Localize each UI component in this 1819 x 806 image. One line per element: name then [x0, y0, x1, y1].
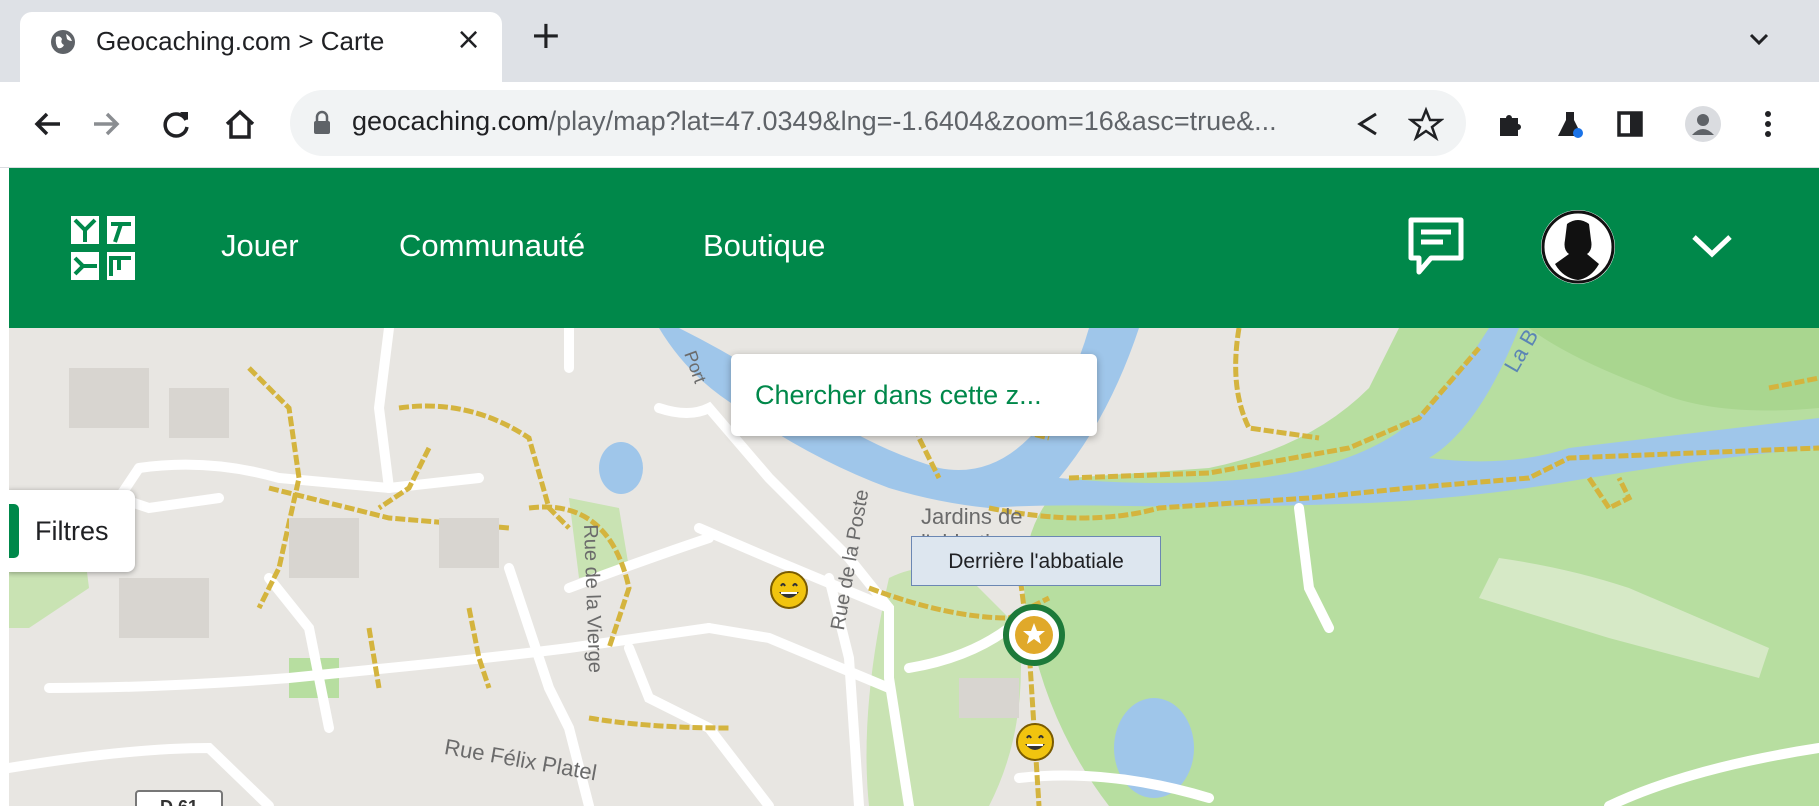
smiley-cache-icon[interactable]: [1015, 722, 1055, 762]
chevron-down-icon[interactable]: [1689, 230, 1735, 260]
road-badge: D 61: [135, 790, 223, 806]
flask-icon[interactable]: [1550, 104, 1590, 144]
tab-close-button[interactable]: ×: [456, 22, 481, 57]
home-icon[interactable]: [220, 104, 260, 144]
avatar[interactable]: [1541, 210, 1615, 284]
chat-icon[interactable]: [1405, 214, 1467, 278]
arrow-left-icon[interactable]: [28, 104, 68, 144]
profile-icon[interactable]: [1683, 104, 1723, 144]
nav-boutique[interactable]: Boutique: [703, 228, 825, 264]
star-cache-icon[interactable]: [1003, 604, 1065, 666]
puzzle-icon[interactable]: [1490, 104, 1530, 144]
browser-tab[interactable]: Geocaching.com > Carte ×: [20, 12, 502, 82]
star-icon[interactable]: [1408, 106, 1444, 142]
browser-toolbar: geocaching.com/play/map?lat=47.0349&lng=…: [0, 82, 1819, 168]
chevron-down-icon[interactable]: [1744, 24, 1774, 54]
arrow-right-icon[interactable]: [86, 104, 126, 144]
map-view[interactable]: Jardins de l'abbatia Rue Félix Platel Ru…: [9, 328, 1819, 806]
site-header: Jouer Communauté Boutique: [9, 168, 1819, 328]
smiley-cache-icon[interactable]: [769, 570, 809, 610]
geocaching-logo-icon[interactable]: [69, 214, 137, 282]
url-path: /play/map?lat=47.0349&lng=-1.6404&zoom=1…: [548, 106, 1277, 136]
side-panel-icon[interactable]: [1610, 104, 1650, 144]
filters-label: Filtres: [35, 516, 109, 546]
new-tab-button[interactable]: +: [530, 16, 562, 54]
lock-icon: [314, 110, 330, 134]
nav-communaute[interactable]: Communauté: [399, 228, 585, 264]
filters-button[interactable]: Filtres: [9, 490, 135, 572]
filters-accent-bar: [9, 504, 19, 558]
cache-tooltip: Derrière l'abbatiale: [911, 536, 1161, 586]
reload-icon[interactable]: [156, 104, 196, 144]
map-label-jardins: Jardins de: [921, 504, 1023, 529]
address-bar[interactable]: geocaching.com/play/map?lat=47.0349&lng=…: [290, 90, 1466, 156]
globe-icon: [51, 30, 75, 54]
tab-title: Geocaching.com > Carte: [96, 26, 385, 56]
kebab-menu-icon[interactable]: [1748, 104, 1788, 144]
share-icon[interactable]: [1350, 106, 1386, 142]
url-domain: geocaching.com: [352, 106, 549, 136]
search-this-area-button[interactable]: Chercher dans cette z...: [731, 354, 1097, 436]
avatar-silhouette-icon: [1541, 210, 1615, 284]
url-text[interactable]: geocaching.com/play/map?lat=47.0349&lng=…: [352, 106, 1277, 137]
nav-jouer[interactable]: Jouer: [221, 228, 299, 264]
browser-tab-strip: Geocaching.com > Carte × +: [0, 0, 1819, 82]
